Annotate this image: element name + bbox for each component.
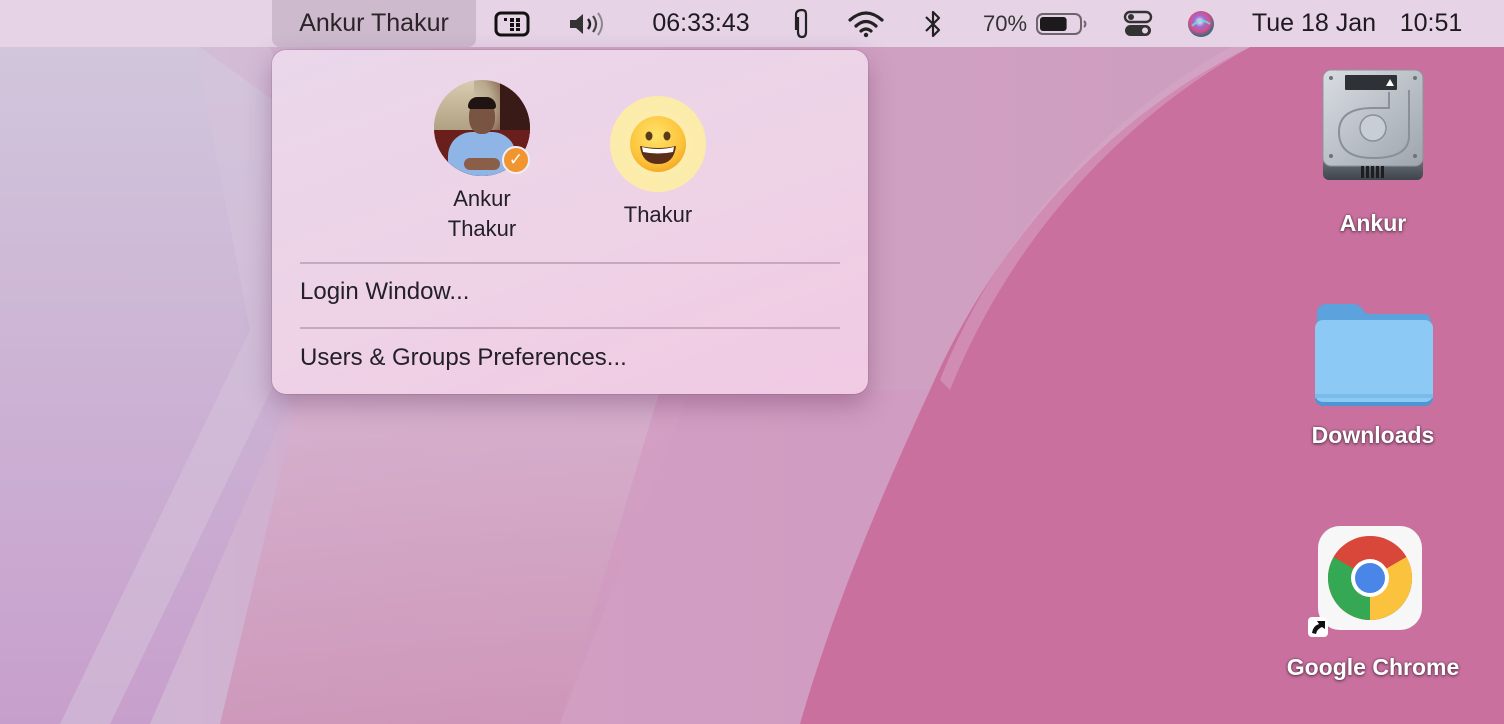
- battery-level-fill: [1040, 16, 1067, 31]
- timer-display[interactable]: 06:33:43: [640, 0, 762, 47]
- avatar: ✓: [434, 80, 530, 176]
- clock-text: 10:51: [1399, 9, 1463, 37]
- date-text: Tue 18 Jan: [1251, 9, 1377, 37]
- timer-text: 06:33:43: [652, 9, 750, 37]
- desktop-icon-google-chrome[interactable]: Google Chrome: [1273, 526, 1473, 681]
- logged-in-check-icon: ✓: [502, 146, 530, 174]
- desktop-icon-label: Google Chrome: [1286, 654, 1460, 680]
- desktop-icon-label: Ankur: [1339, 210, 1407, 236]
- chrome-alias-icon: [1308, 526, 1428, 637]
- login-window-menu-item[interactable]: Login Window...: [300, 278, 469, 306]
- user-menu-label: Ankur Thakur: [299, 9, 449, 37]
- input-source-icon[interactable]: [492, 0, 532, 47]
- alias-arrow-icon: [1308, 617, 1328, 637]
- wifi-icon[interactable]: [846, 0, 886, 47]
- menubar-clock[interactable]: 10:51: [1392, 0, 1470, 47]
- grinning-face-emoji-icon: [630, 116, 686, 172]
- menu-separator: [300, 327, 840, 329]
- fast-user-switching-menu: ✓ Ankur Thakur Thakur Login Window... Us…: [272, 50, 868, 394]
- desktop-icon-downloads[interactable]: Downloads: [1273, 302, 1473, 449]
- desktop-icon-ankur-drive[interactable]: Ankur: [1273, 68, 1473, 237]
- user-tile-thakur[interactable]: Thakur: [598, 96, 718, 230]
- user-name-line1: Ankur: [453, 186, 511, 211]
- battery-icon[interactable]: [1034, 0, 1090, 47]
- user-name: Thakur: [624, 200, 692, 230]
- bluetooth-icon[interactable]: [918, 0, 948, 47]
- menu-bar: Ankur Thakur 06:33:43 70% Tue 18 Jan 10:…: [0, 0, 1504, 47]
- battery-percent[interactable]: 70%: [980, 0, 1030, 47]
- user-name-line2: Thakur: [447, 216, 517, 241]
- hard-drive-icon: [1322, 69, 1424, 180]
- user-name-line1: Thakur: [623, 202, 693, 227]
- siri-icon[interactable]: [1184, 0, 1218, 47]
- desktop-icon-label: Downloads: [1311, 422, 1435, 448]
- paperclip-icon[interactable]: [788, 0, 816, 47]
- folder-icon: [1315, 304, 1433, 406]
- volume-icon[interactable]: [566, 0, 608, 47]
- battery-percent-text: 70%: [982, 10, 1028, 36]
- avatar: [610, 96, 706, 192]
- menubar-date[interactable]: Tue 18 Jan: [1244, 0, 1384, 47]
- menu-separator: [300, 262, 840, 264]
- user-menu-button[interactable]: Ankur Thakur: [272, 0, 476, 47]
- chrome-logo-icon: [1318, 526, 1422, 630]
- users-groups-preferences-menu-item[interactable]: Users & Groups Preferences...: [300, 344, 627, 372]
- control-center-icon[interactable]: [1120, 0, 1156, 47]
- user-tile-ankur-thakur[interactable]: ✓ Ankur Thakur: [422, 80, 542, 244]
- user-name: Ankur Thakur: [448, 184, 516, 244]
